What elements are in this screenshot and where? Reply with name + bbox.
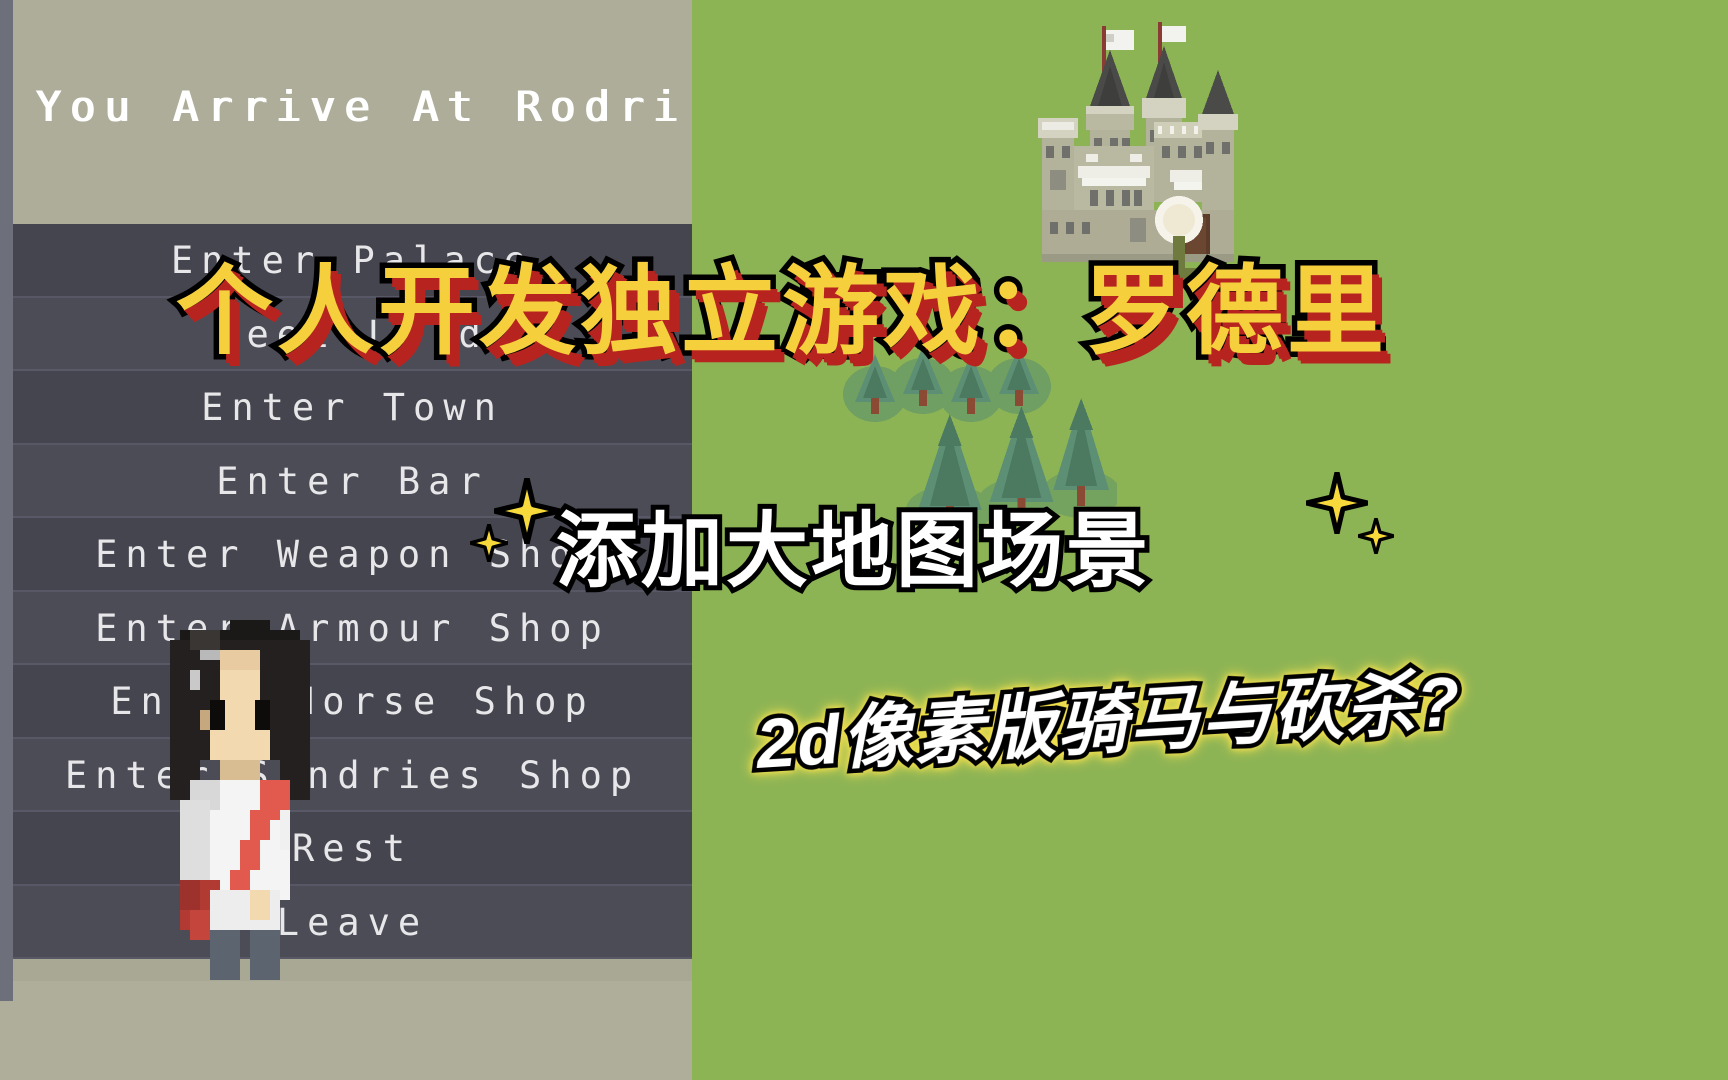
menu-item-enter-town[interactable]: Enter Town (13, 371, 692, 445)
menu-item-label: Enter Bar (216, 459, 489, 503)
overlay-title: 个人开发独立游戏：罗德里 (171, 232, 1596, 373)
menu-item-enter-horse-shop[interactable]: Enter Horse Shop (13, 665, 692, 739)
sparkle-icon (494, 478, 560, 544)
dialog-header: You Arrive At Rodri! (13, 0, 712, 224)
menu-item-label: Enter Town (201, 386, 504, 430)
overlay-subtitle: 添加大地图场景 (551, 484, 1153, 603)
menu-item-enter-sundries-shop[interactable]: Enter Sundries Shop (13, 738, 692, 812)
panel-left-edge (0, 0, 13, 1000)
sparkle-icon (1358, 518, 1394, 554)
panel-edge-lip (0, 981, 13, 1001)
overlay-subtitle-text: 添加大地图场景 (551, 501, 1153, 602)
dialog-title: You Arrive At Rodri! (35, 82, 721, 131)
screenshot-root: You Arrive At Rodri! Enter Palace Meet L… (0, 0, 1728, 1080)
player-sprite[interactable] (150, 620, 330, 984)
overlay-title-text: 个人开发独立游戏：罗德里 (171, 252, 1390, 372)
menu-item-leave[interactable]: Leave (13, 885, 692, 959)
panel-bottom-strip (0, 981, 692, 1080)
menu-item-rest[interactable]: Rest (13, 812, 692, 886)
